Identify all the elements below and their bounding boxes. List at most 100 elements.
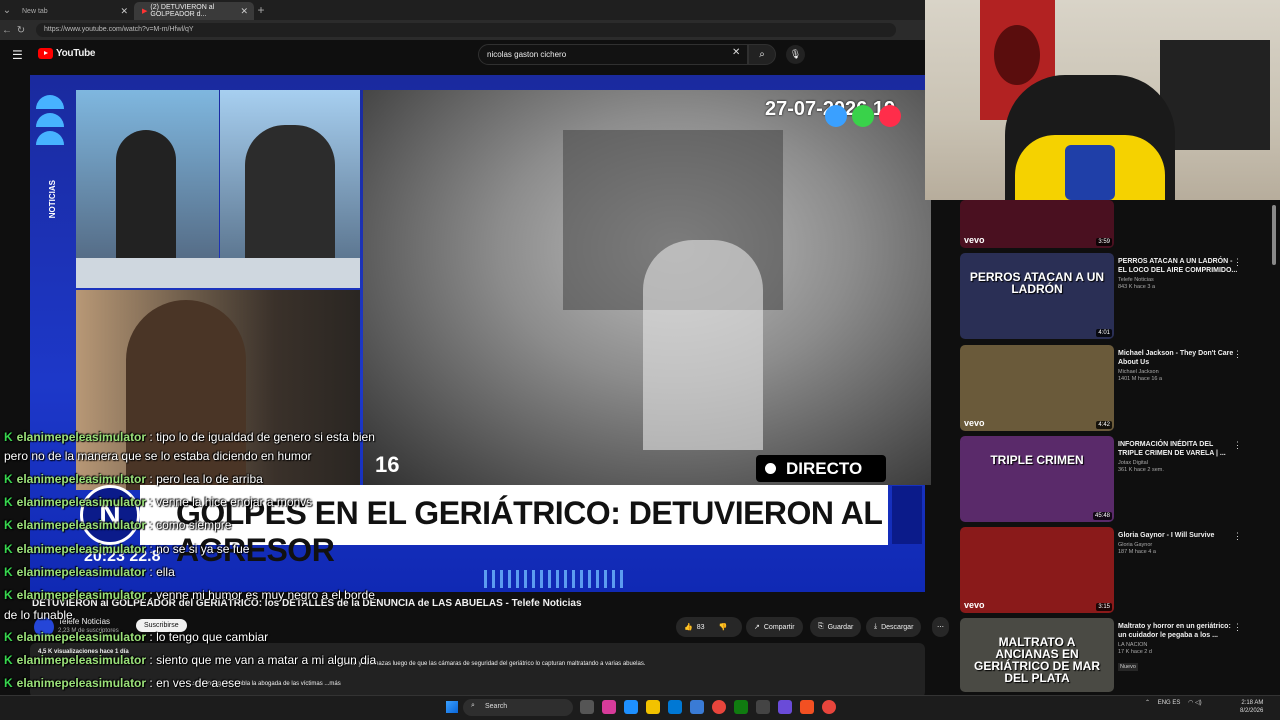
camera-number: 16 (375, 452, 400, 477)
close-icon[interactable]: ✕ (120, 6, 128, 17)
download-icon: ⤓ (874, 623, 878, 630)
video-meta: 187 M hace 4 a (1118, 549, 1156, 555)
clear-search-icon[interactable]: ✕ (732, 47, 740, 58)
video-title[interactable]: Maltrato y horror en un geriátrico: un c… (1118, 622, 1238, 640)
chrome-icon[interactable] (822, 700, 836, 714)
video-thumbnail[interactable]: vevo 3:59 (960, 200, 1114, 248)
chrome-icon[interactable] (712, 700, 726, 714)
more-options-icon[interactable]: ⋮ (1233, 257, 1242, 268)
search-input[interactable]: nicolas gaston cichero (478, 44, 748, 65)
chat-message: de lo funable (4, 608, 73, 622)
microphone-icon[interactable]: 🎙 (786, 45, 805, 64)
more-icon: ⋯ (937, 624, 944, 631)
more-options-icon[interactable]: ⋮ (1233, 349, 1242, 360)
chat-text: no se si ya se fue (156, 542, 250, 556)
video-info: Maltrato y horror en un geriátrico: un c… (1118, 622, 1238, 673)
video-title[interactable]: Gloria Gaynor - I Will Survive (1118, 531, 1238, 540)
tab-youtube-video[interactable]: ▶ (2) DETUVIERON al GOLPEADOR d... ✕ (134, 2, 254, 20)
app-icon[interactable] (778, 700, 792, 714)
new-badge: Nuevo (1118, 663, 1138, 671)
app-icon[interactable] (602, 700, 616, 714)
video-thumbnail[interactable]: TRIPLE CRIMEN 45:48 (960, 436, 1114, 522)
sidebar-scrollbar[interactable] (1272, 205, 1276, 265)
save-icon: ⎘ (818, 623, 824, 630)
file-explorer-icon[interactable] (646, 700, 660, 714)
download-button[interactable]: ⤓ Descargar (866, 617, 922, 637)
chat-username: elanimepeleasimulator (16, 472, 147, 486)
more-options-icon[interactable]: ⋮ (1233, 440, 1242, 451)
taskbar-clock[interactable]: 2:18 AM 8/2/2026 (1240, 699, 1263, 715)
more-options-icon[interactable]: ⋮ (1233, 531, 1242, 542)
video-info: Gloria Gaynor - I Will Survive Gloria Gay… (1118, 531, 1238, 555)
tab-bar: ⌄ New tab ✕ ▶ (2) DETUVIERON al GOLPEADO… (0, 0, 925, 20)
background-desk (1160, 40, 1270, 150)
windows-start-icon[interactable] (446, 701, 458, 713)
channel-name[interactable]: LA NACION (1118, 642, 1238, 648)
video-duration: 3:15 (1096, 603, 1112, 611)
like-icon[interactable]: 👍 (684, 623, 693, 631)
url-field[interactable]: https://www.youtube.com/watch?v=M-m/Hfwl… (36, 23, 896, 37)
video-thumbnail[interactable]: PERROS ATACAN A UN LADRÓN 4:01 (960, 253, 1114, 339)
app-icon[interactable] (800, 700, 814, 714)
search-icon[interactable]: ⌕ (748, 44, 776, 65)
recommended-video[interactable]: vevo 3:15 Gloria Gaynor - I Will Survive Gl… (960, 527, 1270, 615)
video-duration: 45:48 (1092, 512, 1112, 520)
mail-icon[interactable] (690, 700, 704, 714)
save-button[interactable]: ⎘ Guardar (810, 617, 862, 637)
chat-message: Kelanimepeleasimulator : no se si ya se … (4, 542, 250, 556)
back-icon[interactable]: ← (0, 25, 14, 36)
channel-name[interactable]: Gloria Gaynor (1118, 542, 1238, 548)
youtube-logo[interactable]: YouTube (38, 48, 96, 59)
network-logo: N (80, 485, 140, 545)
more-options-icon[interactable]: ⋮ (1233, 622, 1242, 633)
recommended-video[interactable]: TRIPLE CRIMEN 45:48 INFORMACIÓN INÉDITA DE… (960, 436, 1270, 524)
cctv-footage (363, 90, 931, 485)
studio-anchor-woman (76, 90, 219, 260)
recommended-video[interactable]: PERROS ATACAN A UN LADRÓN 4:01 PERROS ATAC… (960, 253, 1270, 341)
tab-list-icon[interactable]: ⌄ (0, 5, 14, 16)
recommended-video[interactable]: vevo 3:59 (960, 200, 1270, 250)
volume-icon[interactable]: ◁) (1195, 700, 1202, 706)
recommended-video[interactable]: MALTRATO A ANCIANAS EN GERIÁTRICO DE MAR… (960, 618, 1270, 694)
streamer-shirt (1015, 135, 1165, 200)
share-button[interactable]: ↗ Compartir (746, 617, 803, 637)
close-icon[interactable]: ✕ (240, 6, 248, 17)
kick-badge-icon: K (4, 430, 13, 444)
menu-icon[interactable]: ☰ (12, 48, 23, 62)
like-count[interactable]: 83 (697, 624, 705, 631)
video-info: INFORMACIÓN INÉDITA DEL TRIPLE CRIMEN DE… (1118, 440, 1238, 473)
video-title[interactable]: PERROS ATACAN A UN LADRÓN - EL LOCO DEL … (1118, 257, 1238, 275)
wifi-icon[interactable]: ◠ (1188, 700, 1193, 706)
chat-username: elanimepeleasimulator (16, 518, 147, 532)
recommended-video[interactable]: vevo 4:42 Michael Jackson - They Don't Car… (960, 345, 1270, 433)
chat-text: como siempre (156, 518, 232, 532)
reload-icon[interactable]: ↻ (14, 25, 28, 36)
xbox-icon[interactable] (734, 700, 748, 714)
taskbar-search[interactable]: ⌕ Search (463, 699, 573, 716)
video-thumbnail[interactable]: MALTRATO A ANCIANAS EN GERIÁTRICO DE MAR… (960, 618, 1114, 692)
task-view-icon[interactable] (580, 700, 594, 714)
video-title[interactable]: Michael Jackson - They Don't Care About … (1118, 349, 1238, 367)
chat-message: Kelanimepeleasimulator : lo tengo que ca… (4, 630, 269, 644)
video-thumbnail[interactable]: vevo 4:42 (960, 345, 1114, 431)
video-meta: 17 K hace 2 d (1118, 649, 1152, 655)
app-icon[interactable] (756, 700, 770, 714)
edge-icon[interactable] (624, 700, 638, 714)
dislike-icon[interactable]: 👎 (719, 623, 728, 631)
news-desk (76, 258, 360, 288)
store-icon[interactable] (668, 700, 682, 714)
channel-name[interactable]: Telefe Noticias (1118, 277, 1238, 283)
tab-new-tab[interactable]: New tab ✕ (14, 2, 134, 20)
channel-name[interactable]: Jotax Digital (1118, 460, 1238, 466)
video-thumbnail[interactable]: vevo 3:15 (960, 527, 1114, 613)
video-meta: 361 K hace 2 sem. (1118, 467, 1164, 473)
more-actions-button[interactable]: ⋯ (932, 617, 949, 637)
language-indicator[interactable]: ENG ES (1158, 700, 1181, 706)
chevron-up-icon[interactable]: ⌃ (1145, 700, 1150, 706)
channel-name[interactable]: Michael Jackson (1118, 369, 1238, 375)
video-title[interactable]: INFORMACIÓN INÉDITA DEL TRIPLE CRIMEN DE… (1118, 440, 1238, 458)
new-tab-icon[interactable]: + (254, 3, 268, 17)
youtube-play-icon (38, 48, 53, 59)
vevo-logo: vevo (964, 418, 985, 428)
system-tray[interactable]: ⌃ ENG ES ◠ ◁) (1145, 699, 1202, 706)
